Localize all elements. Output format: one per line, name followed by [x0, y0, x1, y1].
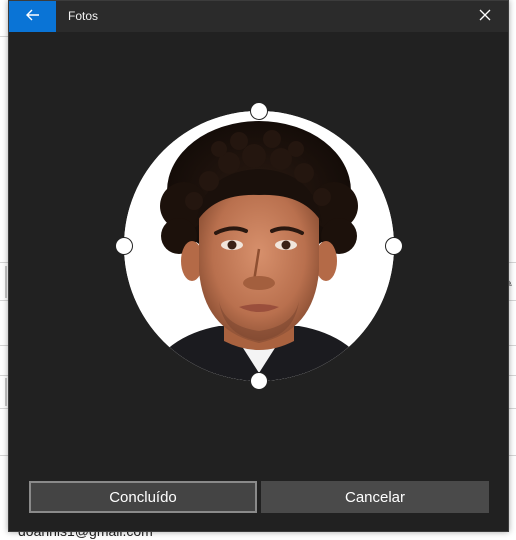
field-edge [5, 266, 7, 298]
divider [0, 300, 8, 301]
divider [0, 36, 8, 37]
crop-handle-bottom[interactable] [250, 372, 268, 390]
crop-handle-left[interactable] [115, 237, 133, 255]
crop-handle-right[interactable] [385, 237, 403, 255]
cancel-button[interactable]: Cancelar [261, 481, 489, 513]
divider [0, 408, 8, 409]
divider [0, 375, 8, 376]
divider [509, 375, 516, 376]
crop-handle-top[interactable] [250, 102, 268, 120]
divider [509, 262, 516, 263]
field-edge [5, 378, 7, 406]
divider [509, 455, 516, 456]
crop-area[interactable] [9, 32, 508, 462]
divider [0, 262, 8, 263]
profile-photo [124, 111, 394, 381]
divider [0, 345, 8, 346]
done-button[interactable]: Concluído [29, 481, 257, 513]
arrow-left-icon [25, 8, 40, 26]
close-icon [479, 8, 491, 26]
photo-crop-dialog: Fotos Concluído Cancelar [8, 0, 509, 532]
divider [509, 300, 516, 301]
dialog-title: Fotos [68, 9, 99, 23]
title-bar: Fotos [9, 1, 508, 32]
profile-photo-crop[interactable] [124, 111, 394, 381]
back-button[interactable] [9, 1, 56, 32]
divider [0, 455, 8, 456]
close-button[interactable] [462, 1, 508, 32]
divider [509, 345, 516, 346]
divider [509, 408, 516, 409]
